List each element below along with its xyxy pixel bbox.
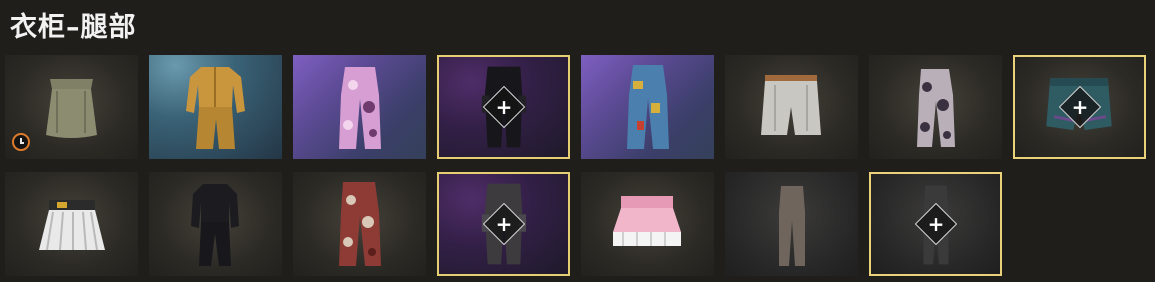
graffiti-jeans-icon	[627, 65, 669, 149]
page-title: 衣柜–腿部	[10, 12, 137, 43]
slot-camo-pants[interactable]	[869, 55, 1002, 159]
slot-graffiti-jeans[interactable]	[581, 55, 714, 159]
timer-icon	[12, 133, 30, 151]
yellow-tracksuit-icon	[186, 67, 245, 149]
camo-pants-icon	[917, 69, 955, 147]
slot-olive-skirt[interactable]	[5, 55, 138, 159]
slot-gray-cargo-pants[interactable]: +	[437, 172, 570, 276]
slot-yellow-tracksuit[interactable]	[149, 55, 282, 159]
slot-black-cargo-pants[interactable]: +	[437, 55, 570, 159]
slot-black-suit[interactable]	[149, 172, 282, 276]
slot-red-camo-pants[interactable]	[293, 172, 426, 276]
red-camo-pants-icon	[339, 182, 381, 266]
slot-teal-shorts[interactable]: +	[1013, 55, 1146, 159]
brown-slim-pants-icon	[779, 186, 805, 266]
slot-white-pleated-skirt[interactable]	[5, 172, 138, 276]
slot-white-shorts[interactable]	[725, 55, 858, 159]
white-shorts-icon	[761, 75, 821, 135]
slot-dark-slim-pants[interactable]: +	[869, 172, 1002, 276]
slot-pink-skirt[interactable]	[581, 172, 714, 276]
black-suit-icon	[191, 184, 239, 266]
slot-pink-camo-pants[interactable]	[293, 55, 426, 159]
pink-camo-pants-icon	[339, 67, 381, 149]
slot-brown-slim-pants[interactable]	[725, 172, 858, 276]
wardrobe-grid: + + + +	[5, 55, 1146, 276]
pink-skirt-icon	[613, 196, 681, 246]
white-pleated-skirt-icon	[39, 200, 105, 251]
